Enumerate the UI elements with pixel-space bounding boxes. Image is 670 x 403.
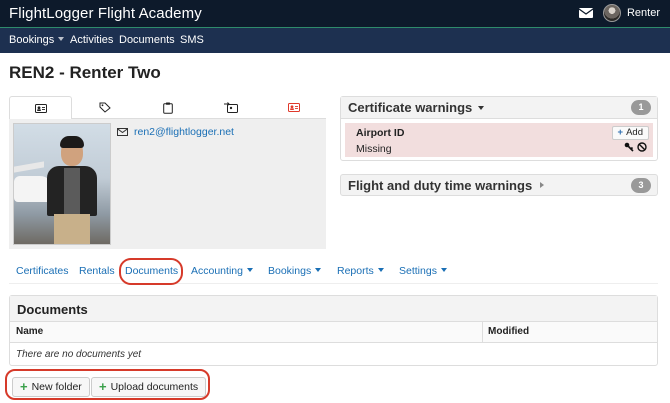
nav-bookings-label: Bookings xyxy=(9,34,55,46)
app-title[interactable]: FlightLogger Flight Academy xyxy=(9,5,202,22)
documents-table-header: Name Modified xyxy=(10,322,657,343)
documents-title: Documents xyxy=(17,302,88,317)
key-icon[interactable] xyxy=(624,142,634,152)
user-area: Renter xyxy=(578,4,660,22)
certificate-warnings-title: Certificate warnings xyxy=(348,100,485,115)
main-nav: Bookings Activities Documents SMS xyxy=(0,27,670,53)
tab-profile-tags[interactable] xyxy=(73,96,136,119)
plus-icon: + xyxy=(617,127,624,138)
nav-bookings[interactable]: Bookings xyxy=(9,34,65,46)
profile-email-row: ren2@flightlogger.net xyxy=(117,126,234,138)
certificate-warnings-count: 1 xyxy=(631,100,651,115)
subtab-rentals[interactable]: Rentals xyxy=(79,265,115,277)
flight-duty-warnings-panel[interactable]: Flight and duty time warnings 3 xyxy=(340,174,658,196)
column-name[interactable]: Name xyxy=(16,326,43,337)
profile-card xyxy=(9,119,326,249)
column-modified[interactable]: Modified xyxy=(488,326,529,337)
nav-activities[interactable]: Activities xyxy=(70,34,113,46)
tag-icon xyxy=(99,102,111,113)
chevron-down-icon xyxy=(315,268,322,272)
envelope-icon xyxy=(117,128,128,136)
user-menu[interactable]: Renter xyxy=(627,7,660,19)
subtab-settings[interactable]: Settings xyxy=(399,265,447,277)
profile-subtabs: Certificates Rentals Documents Accountin… xyxy=(9,262,658,284)
warning-status: Missing xyxy=(356,143,392,155)
add-certificate-button[interactable]: + Add xyxy=(611,126,649,140)
nav-documents[interactable]: Documents xyxy=(119,34,175,46)
flight-duty-warnings-count: 3 xyxy=(631,178,651,193)
subtab-bookings[interactable]: Bookings xyxy=(268,265,322,277)
chevron-down-icon xyxy=(478,106,485,110)
documents-tab-highlight xyxy=(119,258,183,285)
chevron-right-icon xyxy=(540,182,545,188)
email-link[interactable]: ren2@flightlogger.net xyxy=(134,126,234,138)
chevron-down-icon xyxy=(440,268,447,272)
ban-icon[interactable] xyxy=(637,142,647,152)
transfer-card-icon xyxy=(223,102,238,113)
alert-card-icon xyxy=(287,103,300,112)
certificate-warnings-panel: Certificate warnings 1 Airport ID Missin… xyxy=(340,96,658,161)
mail-icon[interactable] xyxy=(578,8,594,18)
id-card-icon xyxy=(34,103,47,113)
nav-sms[interactable]: SMS xyxy=(180,34,204,46)
top-bar: FlightLogger Flight Academy Renter xyxy=(0,0,670,27)
chevron-down-icon xyxy=(246,268,253,272)
warning-row-airport-id: Airport ID Missing + Add xyxy=(345,123,653,157)
warning-name: Airport ID xyxy=(356,127,405,139)
chevron-down-icon xyxy=(377,268,384,272)
profile-tabs xyxy=(9,96,326,120)
avatar[interactable] xyxy=(602,4,621,22)
tab-profile-transfer[interactable] xyxy=(199,96,262,119)
profile-photo xyxy=(13,123,111,245)
subtab-certificates[interactable]: Certificates xyxy=(16,265,69,277)
documents-empty-message: There are no documents yet xyxy=(16,349,142,360)
subtab-reports[interactable]: Reports xyxy=(337,265,384,277)
documents-header: Documents xyxy=(10,296,657,322)
warning-actions xyxy=(624,142,647,152)
tab-profile-clipboard[interactable] xyxy=(136,96,199,119)
buttons-highlight xyxy=(5,369,210,400)
chevron-down-icon xyxy=(58,37,65,41)
tab-profile-id[interactable] xyxy=(9,96,72,120)
page-title: REN2 - Renter Two xyxy=(9,63,161,82)
tab-profile-alert[interactable] xyxy=(262,96,325,119)
documents-panel: Documents Name Modified There are no doc… xyxy=(9,295,658,366)
certificate-warnings-header[interactable]: Certificate warnings 1 xyxy=(341,97,657,119)
clipboard-icon xyxy=(162,102,173,114)
flight-duty-warnings-title: Flight and duty time warnings xyxy=(348,178,545,193)
subtab-accounting[interactable]: Accounting xyxy=(191,265,253,277)
